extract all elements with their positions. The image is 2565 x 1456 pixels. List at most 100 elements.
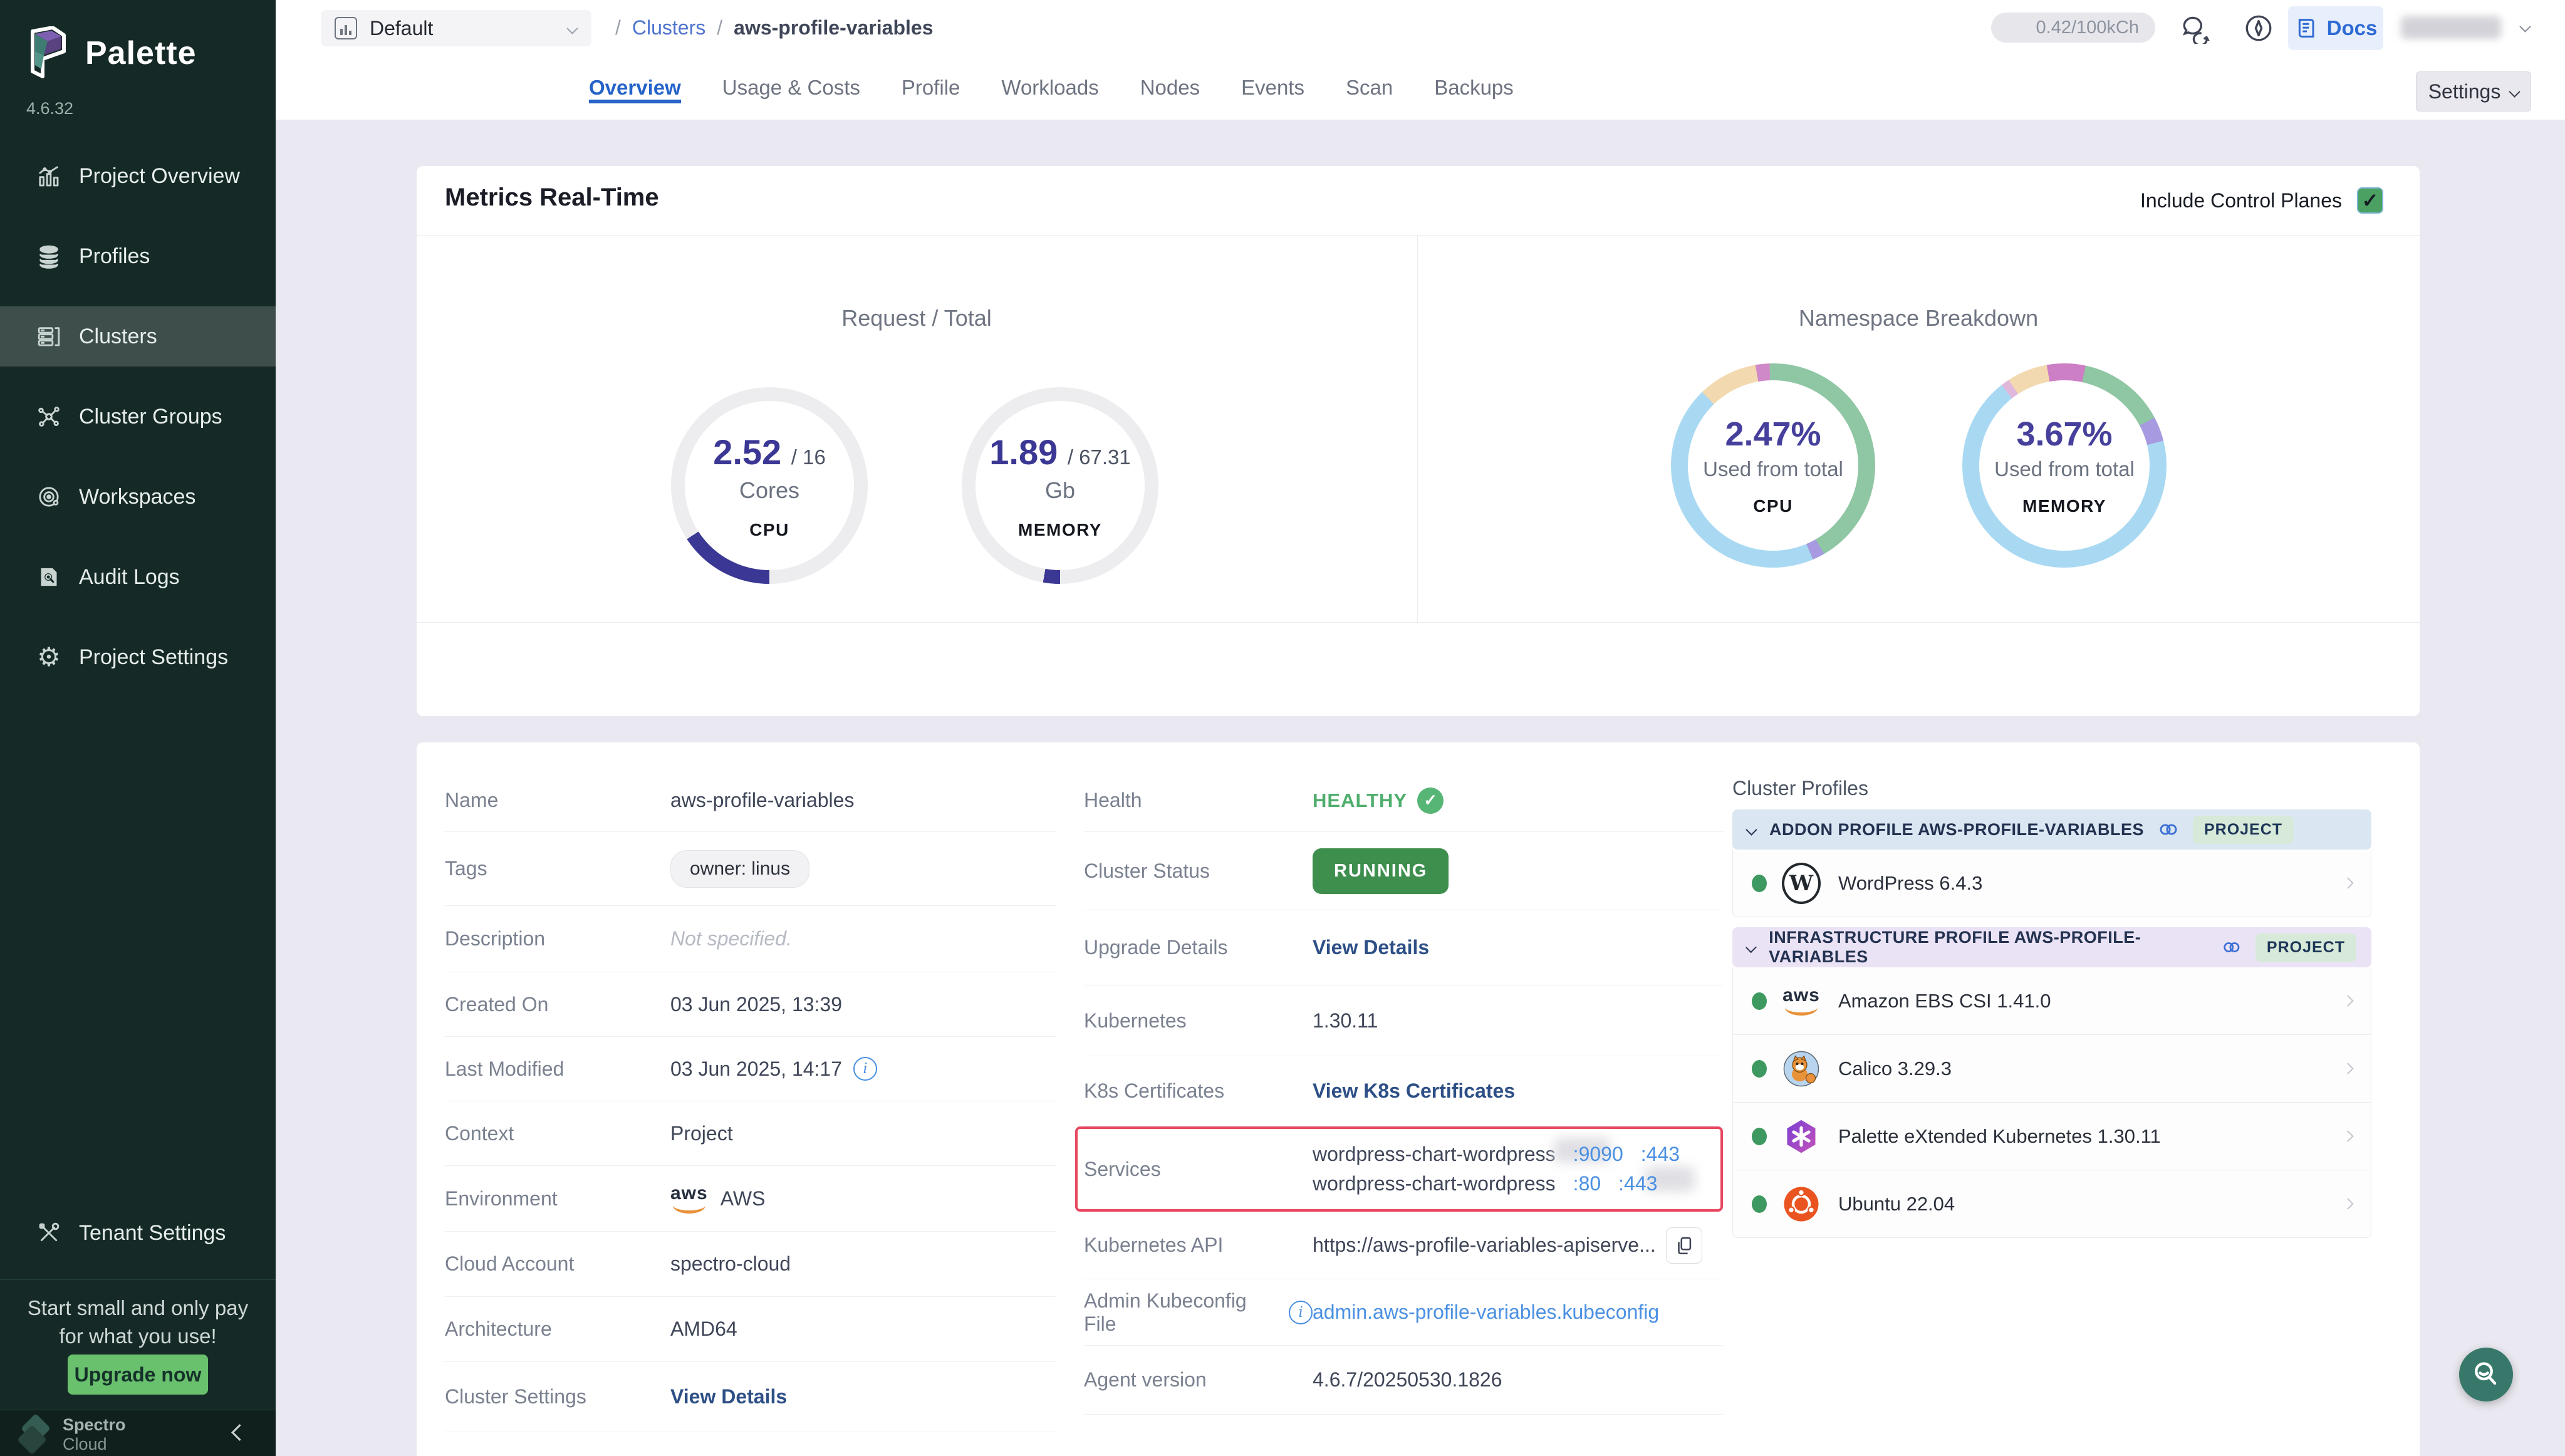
row-label: Environment <box>445 1187 670 1210</box>
profile-item-name: WordPress 6.4.3 <box>1838 872 1982 895</box>
row-label: Upgrade Details <box>1084 936 1313 959</box>
memory-gauge-label: MEMORY <box>1018 520 1102 540</box>
agent-version-value: 4.6.7/20250530.1826 <box>1313 1368 1502 1391</box>
sidebar-item-clusters[interactable]: Clusters <box>0 306 276 367</box>
settings-button[interactable]: Settings <box>2416 71 2531 112</box>
memory-request-value: 1.89 <box>989 432 1058 472</box>
row-label: Tags <box>445 857 670 880</box>
namespace-cpu-label: CPU <box>1753 496 1793 516</box>
sidebar-footer: Spectro Cloud <box>0 1410 276 1456</box>
infrastructure-profile-header[interactable]: INFRASTRUCTURE PROFILE AWS-PROFILE-VARIA… <box>1732 927 2371 967</box>
service-port-link[interactable]: :443 <box>1641 1143 1680 1166</box>
tab-scan[interactable]: Scan <box>1346 76 1393 103</box>
detail-row-tags: Tags owner: linus <box>445 832 1056 906</box>
tab-profile[interactable]: Profile <box>902 76 960 103</box>
divider <box>1417 236 1418 622</box>
include-control-planes-checkbox[interactable]: ✓ <box>2357 187 2383 214</box>
detail-row-health: Health HEALTHY ✓ <box>1084 769 1723 832</box>
copy-icon <box>1673 1235 1695 1256</box>
addon-profile-header[interactable]: ADDON PROFILE AWS-PROFILE-VARIABLES PROJ… <box>1732 809 2371 850</box>
tab-events[interactable]: Events <box>1241 76 1304 103</box>
user-name-redacted[interactable] <box>2401 16 2501 39</box>
tab-nodes[interactable]: Nodes <box>1140 76 1200 103</box>
breadcrumb-current: aws-profile-variables <box>734 16 933 39</box>
profile-item-ubuntu[interactable]: Ubuntu 22.04 <box>1732 1170 2371 1238</box>
row-label: Admin Kubeconfig File <box>1084 1289 1280 1336</box>
compass-icon[interactable] <box>2243 13 2274 44</box>
context-value: Project <box>670 1122 733 1145</box>
project-selector[interactable]: Default <box>321 10 591 46</box>
book-icon <box>2294 16 2319 41</box>
memory-request-gauge: 1.89 / 67.31 Gb MEMORY <box>962 387 1158 584</box>
detail-row-kubernetes: Kubernetes 1.30.11 <box>1084 985 1723 1056</box>
chevron-down-icon <box>1746 824 1757 835</box>
collapse-sidebar-icon[interactable] <box>231 1424 248 1441</box>
docs-button[interactable]: Docs <box>2288 6 2383 50</box>
row-label: Kubernetes <box>1084 1009 1313 1032</box>
service-port-link[interactable]: :9090 <box>1573 1143 1623 1166</box>
tab-usage-costs[interactable]: Usage & Costs <box>722 76 860 103</box>
info-icon[interactable]: i <box>853 1057 877 1081</box>
row-label: Cluster Status <box>1084 860 1313 883</box>
tab-overview[interactable]: Overview <box>589 76 681 103</box>
upgrade-view-details-link[interactable]: View Details <box>1313 936 1429 959</box>
chevron-right-icon <box>2342 877 2353 888</box>
detail-row-k8s-certificates: K8s Certificates View K8s Certificates <box>1084 1056 1723 1126</box>
sidebar-item-label: Tenant Settings <box>79 1221 226 1245</box>
spectro-cloud-logo-icon <box>19 1417 54 1452</box>
profile-item-calico[interactable]: Calico 3.29.3 <box>1732 1035 2371 1103</box>
sidebar-item-profiles[interactable]: Profiles <box>0 226 276 286</box>
upgrade-promo-text: Start small and only pay for what you us… <box>0 1294 276 1350</box>
sidebar-item-project-overview[interactable]: Project Overview <box>0 146 276 206</box>
service-port-link[interactable]: :80 <box>1573 1172 1601 1195</box>
breadcrumb: / Clusters / aws-profile-variables <box>615 16 933 39</box>
service-port-link[interactable]: :443 <box>1618 1172 1657 1195</box>
detail-row-description: Description Not specified. <box>445 906 1056 972</box>
sidebar-item-audit-logs[interactable]: Audit Logs <box>0 547 276 607</box>
profile-item-wordpress[interactable]: W WordPress 6.4.3 <box>1732 850 2371 917</box>
namespace-memory-percent: 3.67% <box>2016 415 2112 454</box>
cluster-status-column: Health HEALTHY ✓ Cluster Status RUNNING … <box>1084 769 1723 1415</box>
gear-icon: ⚙ <box>35 643 63 671</box>
kubeconfig-download-link[interactable]: admin.aws-profile-variables.kubeconfig <box>1313 1301 1659 1324</box>
chevron-down-icon[interactable] <box>2519 21 2531 32</box>
divider <box>417 235 2420 236</box>
tab-workloads[interactable]: Workloads <box>1001 76 1098 103</box>
cluster-settings-view-details-link[interactable]: View Details <box>670 1385 787 1408</box>
link-icon <box>2222 937 2242 958</box>
request-total-title: Request / Total <box>841 305 991 331</box>
support-search-button[interactable] <box>2459 1348 2513 1401</box>
chevron-down-icon <box>1746 942 1757 953</box>
sidebar-item-label: Project Overview <box>79 164 240 189</box>
cpu-request-value: 2.52 <box>713 432 781 472</box>
copy-button[interactable] <box>1666 1227 1702 1264</box>
chevron-right-icon <box>2342 995 2353 1006</box>
view-k8s-certificates-link[interactable]: View K8s Certificates <box>1313 1079 1515 1103</box>
tab-backups[interactable]: Backups <box>1434 76 1514 103</box>
row-label: Health <box>1084 789 1313 812</box>
namespace-memory-caption: Used from total <box>1994 457 2135 481</box>
upgrade-now-button[interactable]: Upgrade now <box>68 1355 208 1395</box>
sidebar-item-project-settings[interactable]: ⚙ Project Settings <box>0 627 276 687</box>
detail-row-context: Context Project <box>445 1101 1056 1166</box>
chevron-right-icon <box>2342 1130 2353 1141</box>
breadcrumb-clusters-link[interactable]: Clusters <box>632 16 705 39</box>
row-label: Services <box>1084 1158 1313 1181</box>
sidebar-item-cluster-groups[interactable]: Cluster Groups <box>0 387 276 447</box>
status-dot-green <box>1752 1195 1767 1213</box>
include-control-planes: Include Control Planes ✓ <box>2140 187 2383 214</box>
profile-item-amazon-ebs-csi[interactable]: aws Amazon EBS CSI 1.41.0 <box>1732 967 2371 1035</box>
health-status-text: HEALTHY <box>1313 789 1407 812</box>
project-chart-icon <box>335 17 357 39</box>
chat-icon[interactable] <box>2180 13 2212 44</box>
spectro-cloud-wordmark: Spectro Cloud <box>63 1415 126 1454</box>
detail-row-environment: Environment aws AWS <box>445 1166 1056 1232</box>
info-icon[interactable]: i <box>1289 1301 1313 1324</box>
sidebar-item-workspaces[interactable]: Workspaces <box>0 467 276 527</box>
namespace-memory-label: MEMORY <box>2022 496 2106 516</box>
sidebar-item-tenant-settings[interactable]: Tenant Settings <box>0 1203 276 1263</box>
memory-total-value: / 67.31 <box>1068 445 1131 469</box>
environment-value: AWS <box>721 1187 766 1210</box>
profile-item-palette-extended-kubernetes[interactable]: Palette eXtended Kubernetes 1.30.11 <box>1732 1103 2371 1170</box>
aws-logo-icon: aws <box>1782 982 1821 1021</box>
